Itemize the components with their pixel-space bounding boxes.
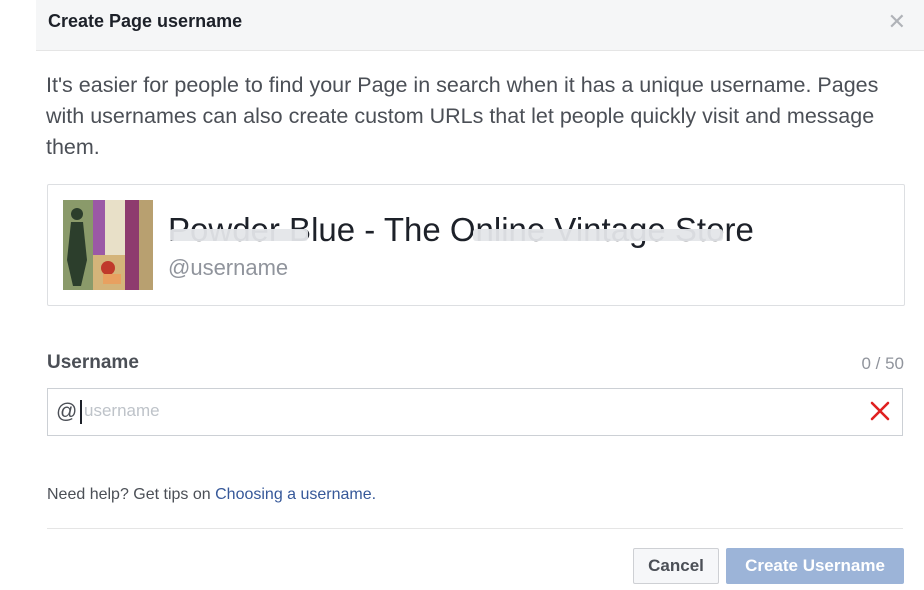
- help-prefix: Need help? Get tips on: [47, 486, 216, 503]
- clear-x-icon[interactable]: [866, 397, 894, 425]
- close-icon[interactable]: ✕: [888, 10, 906, 34]
- text-caret: [80, 400, 82, 424]
- help-text: Need help? Get tips on Choosing a userna…: [47, 486, 376, 504]
- at-prefix: @: [56, 400, 78, 423]
- redaction-blur: [473, 229, 723, 241]
- dialog-description: It's easier for people to find your Page…: [46, 73, 879, 159]
- page-handle: @username: [168, 255, 289, 280]
- page-preview-card: Powder Blue - The Online Vintage Store @…: [47, 184, 905, 306]
- cancel-button[interactable]: Cancel: [633, 548, 719, 584]
- page-profile-picture: [63, 200, 153, 290]
- footer-divider: [47, 528, 903, 529]
- character-count: 0 / 50: [861, 354, 904, 373]
- username-input[interactable]: [84, 397, 844, 425]
- username-label: Username: [47, 352, 139, 373]
- choosing-username-link[interactable]: Choosing a username.: [215, 486, 376, 503]
- dialog-header: Create Page username ✕: [36, 0, 924, 51]
- create-username-button[interactable]: Create Username: [726, 548, 904, 584]
- dialog-title: Create Page username: [48, 11, 243, 31]
- username-field[interactable]: @: [47, 388, 903, 436]
- redaction-blur: [170, 229, 308, 241]
- create-username-dialog: Create Page username ✕ It's easier for p…: [0, 0, 924, 590]
